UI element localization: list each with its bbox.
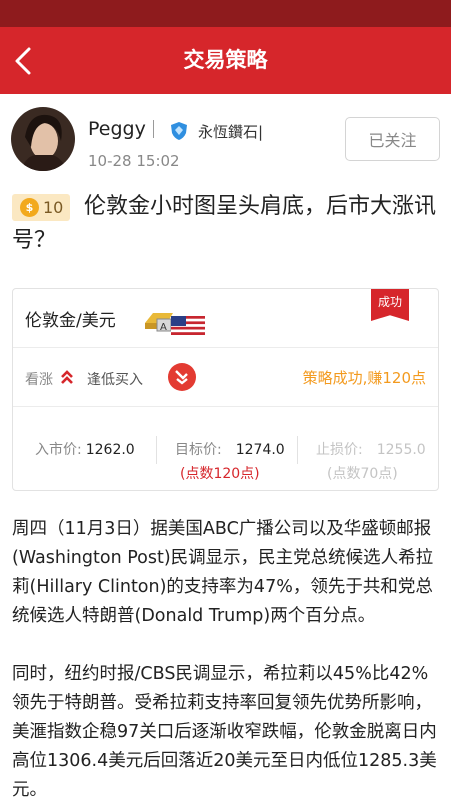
divider xyxy=(13,406,438,407)
divider xyxy=(156,436,157,464)
divider xyxy=(297,436,298,464)
divider xyxy=(153,120,154,138)
target-points: (点数120点) xyxy=(180,466,260,482)
coin-tag: $ 10 xyxy=(12,194,70,221)
target-price-value: 1274.0 xyxy=(235,442,285,458)
nav-bar: 交易策略 xyxy=(0,27,451,94)
status-bar xyxy=(0,0,451,27)
author-section: Peggy 永恆鑽石| 10-28 15:02 已关注 xyxy=(0,94,451,184)
double-up-arrow-icon xyxy=(60,369,74,385)
author-name[interactable]: Peggy xyxy=(88,118,146,140)
entry-price: 入市价: 1262.0 xyxy=(35,439,135,459)
follow-button[interactable]: 已关注 xyxy=(345,117,440,161)
coin-count: 10 xyxy=(43,198,64,217)
entry-price-label: 入市价: xyxy=(35,442,82,458)
stop-price-label: 止损价: xyxy=(316,442,363,458)
avatar[interactable] xyxy=(11,107,75,171)
page-title: 交易策略 xyxy=(183,48,268,72)
strategy-card[interactable]: 伦敦金/美元 A 成功 看涨 逢低买入 策略成功,赚120点 入市价: 1262… xyxy=(12,288,439,491)
target-price: 目标价: 1274.0 xyxy=(175,439,285,459)
post-title: 伦敦金小时图呈头肩底，后市大涨讯号？ xyxy=(12,194,437,253)
diamond-shield-icon xyxy=(169,121,189,141)
article-paragraph: 同时，纽约时报/CBS民调显示，希拉莉以45%比42%领先于特朗普。受希拉莉支持… xyxy=(12,664,437,800)
article-body: 周四（11月3日）据美国ABC广播公司以及华盛顿邮报(Washington Po… xyxy=(12,515,442,800)
entry-price-value: 1262.0 xyxy=(85,442,135,458)
stop-points: (点数70点) xyxy=(327,466,398,482)
gold-bar-flag-icon: A xyxy=(143,305,205,335)
pair-name: 伦敦金/美元 xyxy=(25,311,116,331)
svg-text:A: A xyxy=(160,322,167,333)
author-badge: 永恆鑽石| xyxy=(198,123,264,141)
stop-price-value: 1255.0 xyxy=(376,442,426,458)
buy-low-icon xyxy=(168,363,196,391)
direction-label: 看涨 xyxy=(25,372,53,388)
target-price-label: 目标价: xyxy=(175,442,222,458)
post-title-block: $ 10 伦敦金小时图呈头肩底，后市大涨讯号？ xyxy=(12,190,442,258)
stop-price: 止损价: 1255.0 xyxy=(316,439,426,459)
action-label: 逢低买入 xyxy=(87,372,143,388)
divider xyxy=(13,347,438,348)
coin-icon: $ xyxy=(20,198,39,217)
post-time: 10-28 15:02 xyxy=(88,152,180,170)
status-badge: 成功 xyxy=(371,289,409,321)
strategy-result: 策略成功,赚120点 xyxy=(302,369,426,387)
article-paragraph: 周四（11月3日）据美国ABC广播公司以及华盛顿邮报(Washington Po… xyxy=(12,519,434,626)
